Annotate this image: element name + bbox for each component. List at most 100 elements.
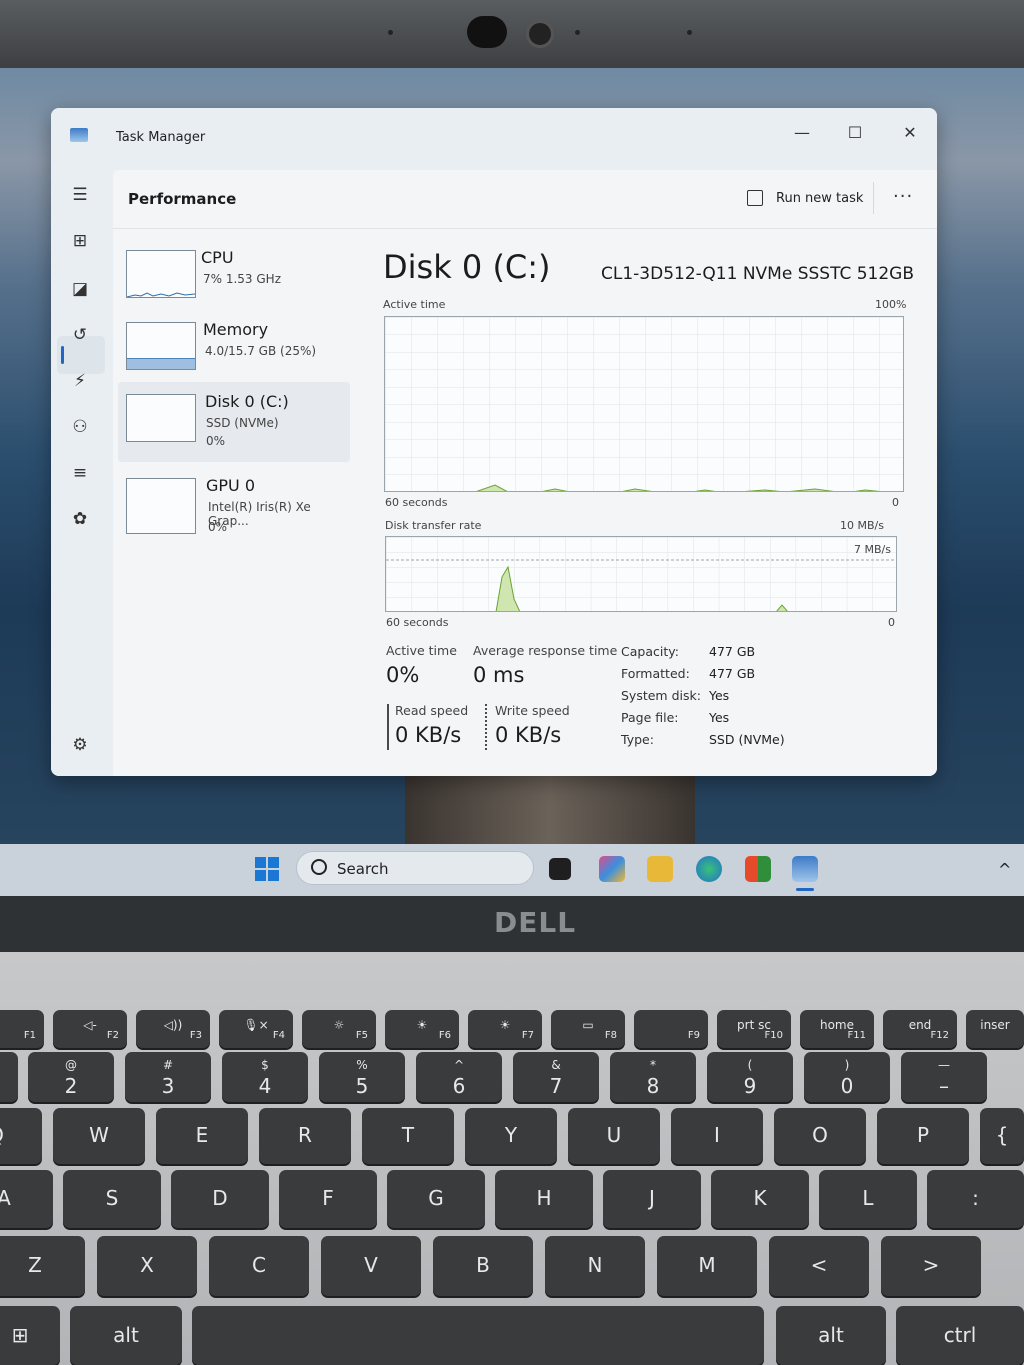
letter-key[interactable]: X (97, 1236, 197, 1296)
key-label: alt (818, 1322, 844, 1347)
fn-key[interactable]: home F11 (800, 1010, 874, 1048)
letter-key[interactable]: V (321, 1236, 421, 1296)
details-icon[interactable]: ≡ (67, 460, 93, 486)
letter-key[interactable]: K (711, 1170, 809, 1228)
letter-key[interactable]: Q (0, 1108, 42, 1164)
number-key[interactable]: @2 (28, 1052, 114, 1102)
fn-key[interactable]: F9 (634, 1010, 708, 1048)
number-key[interactable]: * 8 (610, 1052, 696, 1102)
windows-start-icon[interactable] (255, 857, 279, 881)
letter-key[interactable]: Z (0, 1236, 85, 1296)
letter-key[interactable]: Y (465, 1108, 557, 1164)
fn-key[interactable]: F1 (0, 1010, 44, 1048)
device-item-disk[interactable]: Disk 0 (C:) SSD (NVMe) 0% (118, 382, 350, 462)
fn-key[interactable]: prt sc F10 (717, 1010, 791, 1048)
fn-key[interactable]: end F12 (883, 1010, 957, 1048)
device-item-memory[interactable]: Memory 4.0/15.7 GB (25%) (118, 312, 350, 384)
settings-gear-icon[interactable]: ⚙ (67, 732, 93, 758)
run-new-task-button[interactable]: Run new task (776, 191, 863, 206)
device-item-gpu[interactable]: GPU 0 Intel(R) Iris(R) Xe Grap... 0% (118, 466, 350, 546)
key-secondary-label: * (650, 1058, 656, 1072)
processes-icon[interactable]: ⊞ (67, 228, 93, 254)
device-item-cpu[interactable]: CPU 7% 1.53 GHz (118, 240, 350, 312)
fn-key[interactable]: ▭ F8 (551, 1010, 625, 1048)
letter-key[interactable]: P (877, 1108, 969, 1164)
fn-key[interactable]: 🎙× F4 (219, 1010, 293, 1048)
app-history-icon[interactable]: ↺ (67, 322, 93, 348)
windows-key[interactable]: ⊞ (0, 1306, 60, 1365)
key-label: 9 (743, 1074, 757, 1098)
key-label: O (812, 1123, 828, 1147)
disk-thumb-graph (127, 395, 196, 442)
performance-icon[interactable]: ◪ (67, 276, 93, 302)
letter-key[interactable]: < (769, 1236, 869, 1296)
minimize-button[interactable]: — (787, 118, 817, 148)
number-key[interactable]: & 7 (513, 1052, 599, 1102)
letter-key[interactable]: : (927, 1170, 1024, 1228)
number-key[interactable]: % 5 (319, 1052, 405, 1102)
alt-key[interactable]: alt (776, 1306, 886, 1365)
space-bar[interactable] (192, 1306, 764, 1365)
letter-key[interactable]: G (387, 1170, 485, 1228)
letter-key[interactable]: S (63, 1170, 161, 1228)
letter-key[interactable]: C (209, 1236, 309, 1296)
letter-key[interactable]: > (881, 1236, 981, 1296)
number-key[interactable]: — – (901, 1052, 987, 1102)
fn-key[interactable]: ☀ F6 (385, 1010, 459, 1048)
letter-key[interactable]: H (495, 1170, 593, 1228)
device-name: CPU (201, 248, 234, 267)
m365-icon[interactable] (599, 856, 625, 882)
task-manager-taskbar-icon[interactable] (792, 856, 818, 882)
number-key[interactable]: ^ 6 (416, 1052, 502, 1102)
tray-chevron-icon[interactable]: ^ (998, 860, 1011, 879)
letter-key[interactable]: I (671, 1108, 763, 1164)
letter-key[interactable]: { (980, 1108, 1024, 1164)
letter-key[interactable]: A (0, 1170, 53, 1228)
hamburger-menu-icon[interactable]: ☰ (67, 182, 93, 208)
task-view-icon[interactable] (549, 858, 571, 880)
fn-key[interactable]: inser (966, 1010, 1024, 1048)
startup-apps-icon[interactable]: ⚡ (67, 368, 93, 394)
fn-key[interactable]: ◁- F2 (53, 1010, 127, 1048)
fn-key[interactable]: ☼ F5 (302, 1010, 376, 1048)
letter-key[interactable]: W (53, 1108, 145, 1164)
key-label: F (322, 1186, 334, 1210)
store-icon[interactable] (745, 856, 771, 882)
close-button[interactable]: ✕ (895, 118, 925, 148)
key-secondary-label: # (162, 1058, 174, 1072)
more-options-icon[interactable]: ··· (893, 186, 913, 207)
number-key[interactable]: $4 (222, 1052, 308, 1102)
file-explorer-icon[interactable] (647, 856, 673, 882)
dell-logo: DELL (494, 906, 577, 939)
letter-key[interactable]: F (279, 1170, 377, 1228)
key-secondary-label: $ (261, 1058, 269, 1072)
letter-key[interactable]: U (568, 1108, 660, 1164)
title-bar[interactable]: Task Manager — ☐ ✕ (51, 108, 937, 170)
letter-key[interactable]: N (545, 1236, 645, 1296)
alt-key[interactable]: alt (70, 1306, 182, 1365)
maximize-button[interactable]: ☐ (840, 118, 870, 148)
number-key[interactable]: ) 0 (804, 1052, 890, 1102)
letter-key[interactable]: E (156, 1108, 248, 1164)
letter-key[interactable]: T (362, 1108, 454, 1164)
letter-key[interactable]: L (819, 1170, 917, 1228)
device-detail: 4.0/15.7 GB (25%) (205, 344, 317, 358)
letter-key[interactable]: R (259, 1108, 351, 1164)
number-key[interactable]: (9 (707, 1052, 793, 1102)
letter-key[interactable]: D (171, 1170, 269, 1228)
fn-key[interactable]: ☀ F7 (468, 1010, 542, 1048)
fn-key[interactable]: ◁)) F3 (136, 1010, 210, 1048)
number-key[interactable] (0, 1052, 18, 1102)
edge-browser-icon[interactable] (696, 856, 722, 882)
letter-key[interactable]: M (657, 1236, 757, 1296)
letter-key[interactable]: O (774, 1108, 866, 1164)
taskbar-search-box[interactable]: Search (296, 851, 534, 885)
ctrl-key[interactable]: ctrl (896, 1306, 1024, 1365)
letter-key[interactable]: B (433, 1236, 533, 1296)
letter-key[interactable]: J (603, 1170, 701, 1228)
users-icon[interactable]: ⚇ (67, 414, 93, 440)
number-key[interactable]: #3 (125, 1052, 211, 1102)
key-label: G (428, 1186, 444, 1210)
key-secondary-label: — (938, 1058, 950, 1072)
services-icon[interactable]: ✿ (67, 506, 93, 532)
